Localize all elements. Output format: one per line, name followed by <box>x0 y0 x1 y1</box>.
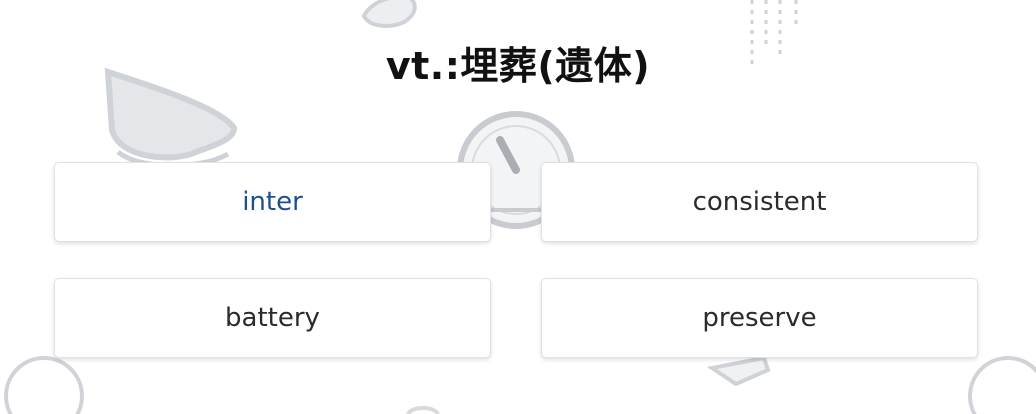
answer-option-2[interactable]: consistent <box>541 162 978 242</box>
answer-options: inter consistent battery preserve <box>54 162 978 358</box>
answer-option-2-label: consistent <box>692 187 827 217</box>
answer-option-3[interactable]: battery <box>54 278 491 358</box>
answer-option-3-label: battery <box>225 303 320 333</box>
answer-option-4-label: preserve <box>702 303 817 333</box>
question-title: vt.:埋葬(遗体) <box>385 44 651 88</box>
answer-option-1[interactable]: inter <box>54 162 491 242</box>
answer-option-1-label: inter <box>242 187 303 217</box>
answer-option-4[interactable]: preserve <box>541 278 978 358</box>
